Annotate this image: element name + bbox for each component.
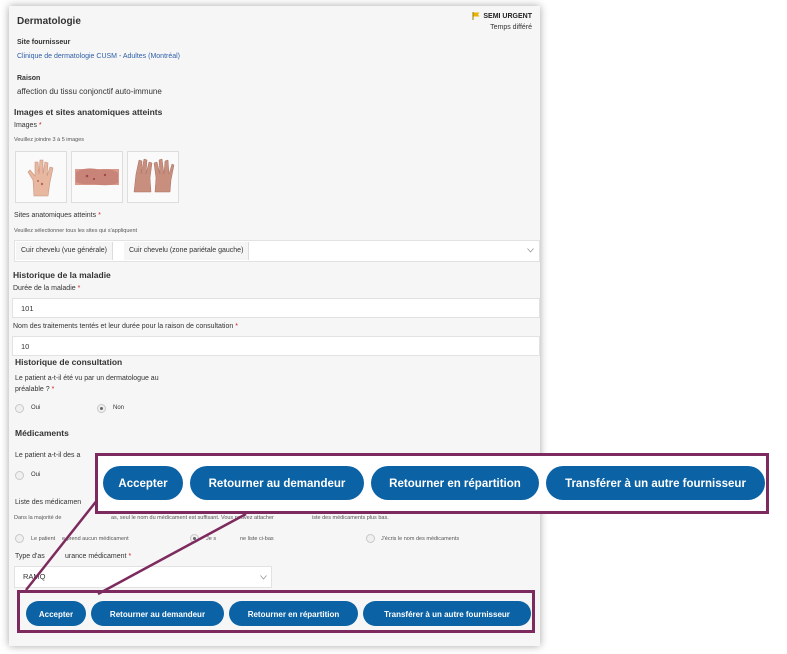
transfer-button[interactable]: Transférer à un autre fournisseur [363,601,531,626]
return-requester-button[interactable]: Retourner au demandeur [91,601,224,626]
return-dispatch-button-zoomed[interactable]: Retourner en répartition [371,466,539,500]
return-requester-button-zoomed[interactable]: Retourner au demandeur [190,466,364,500]
accept-button-zoomed[interactable]: Accepter [103,466,183,500]
accept-button[interactable]: Accepter [26,601,86,626]
zoom-connector [25,498,247,596]
return-dispatch-button[interactable]: Retourner en répartition [229,601,358,626]
transfer-button-zoomed[interactable]: Transférer à un autre fournisseur [546,466,765,500]
